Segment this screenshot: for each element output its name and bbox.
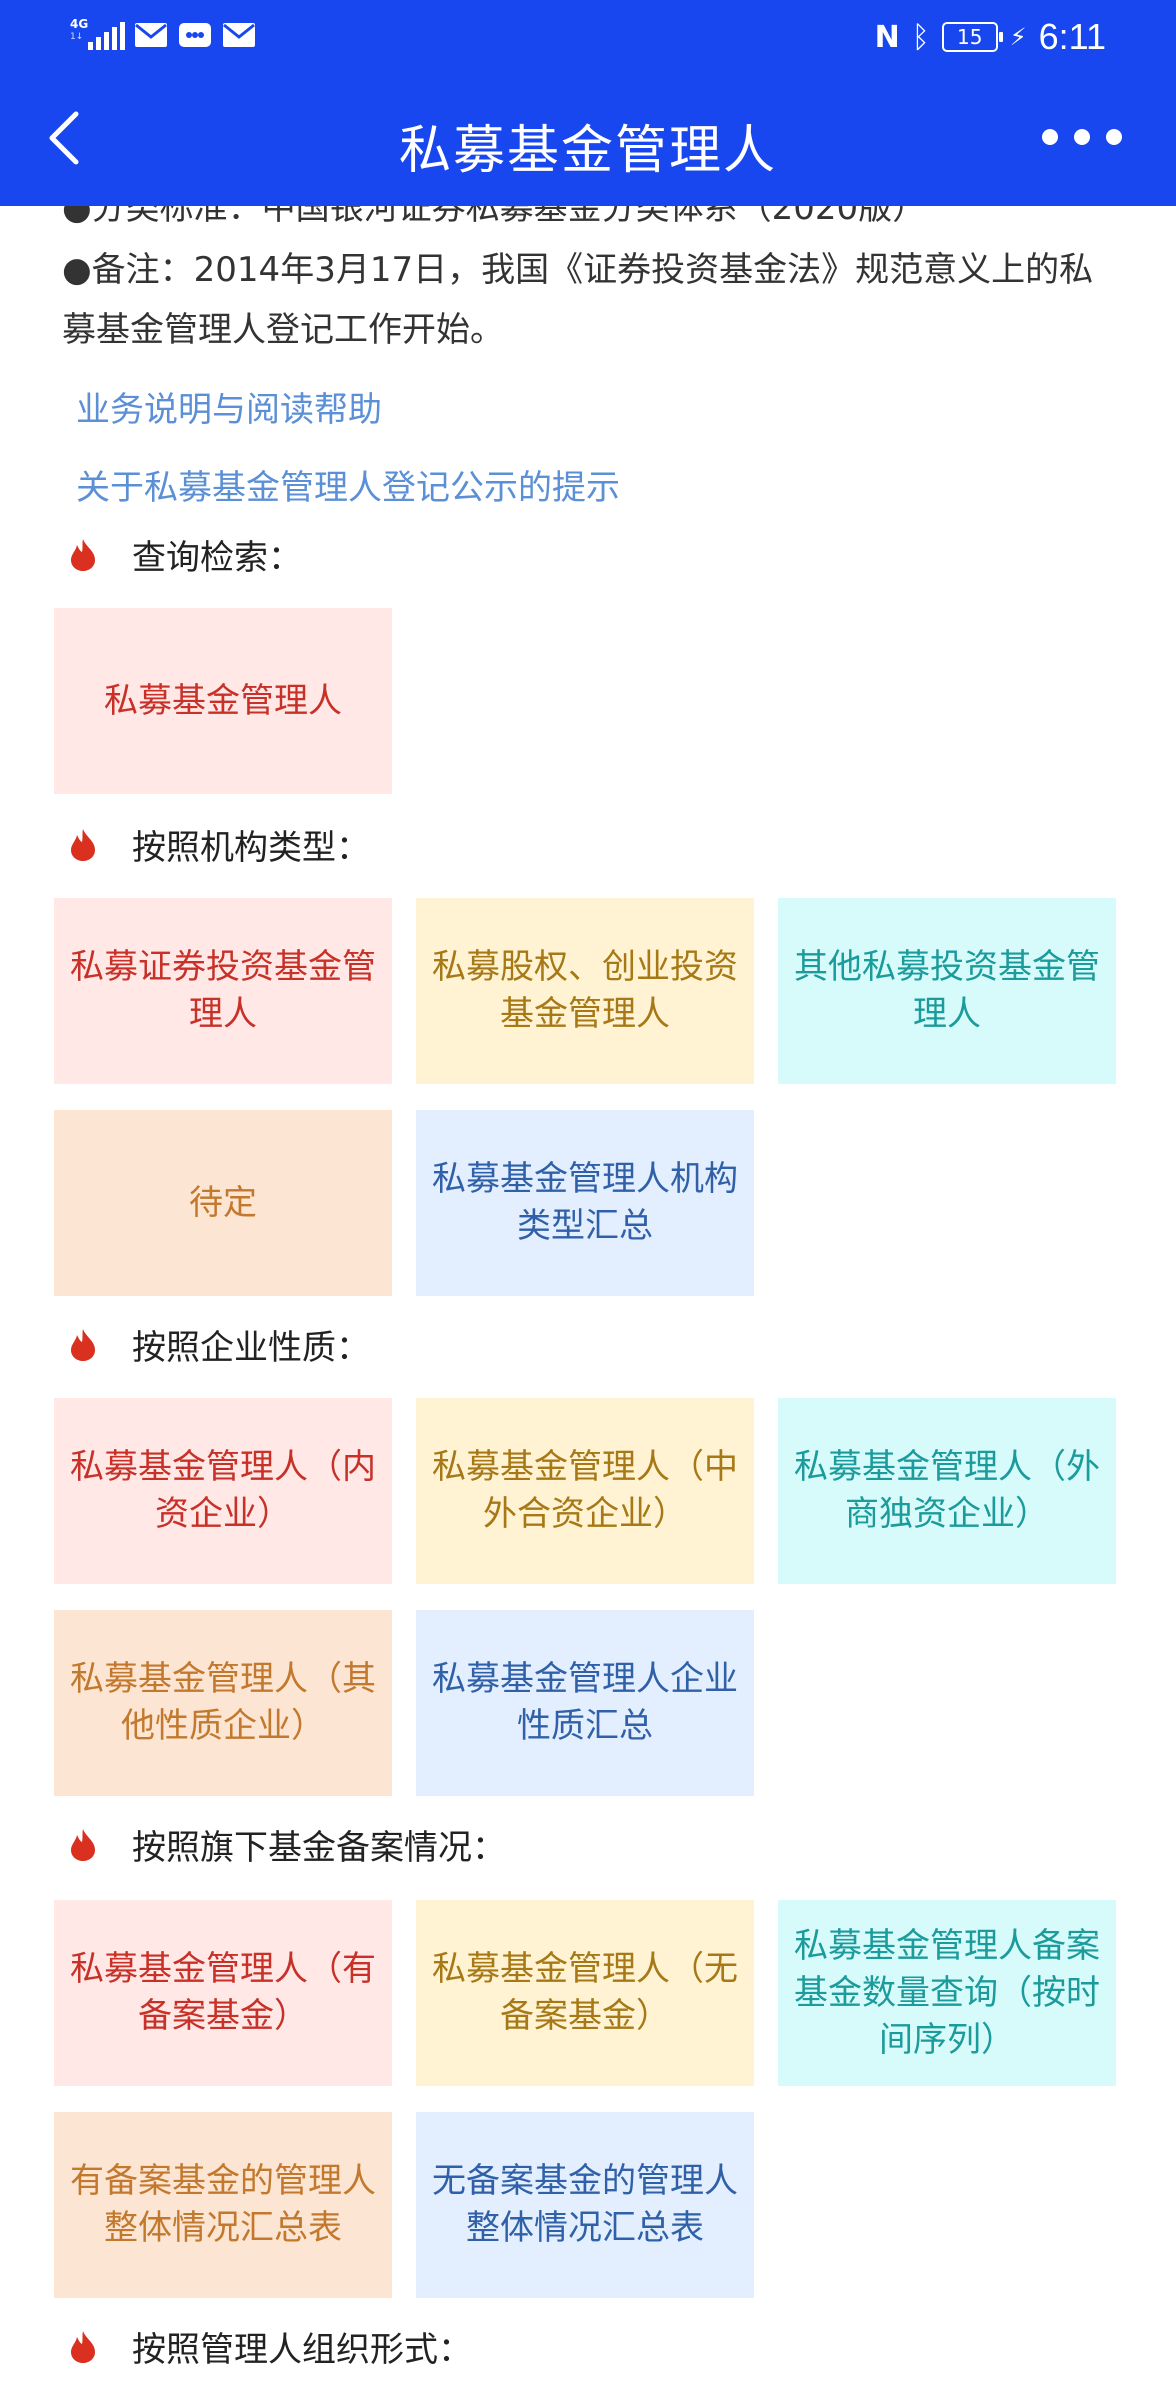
more-dot-icon — [1042, 129, 1058, 145]
section-title: 按照企业性质： — [132, 1328, 370, 1368]
mail-icon — [134, 22, 168, 48]
status-left: 4G 1↓ — [70, 18, 256, 52]
chat-icon — [178, 22, 212, 48]
classification-standard-text: ●分类标准：中国银河证券私募基金分类体系（2020版） — [62, 206, 927, 228]
status-bar: 4G 1↓ Ν ᛒ 15 ⚡ 6:11 — [0, 0, 1176, 70]
notice-link[interactable]: 关于私募基金管理人登记公示的提示 — [76, 460, 620, 509]
tile-type-summary[interactable]: 私募基金管理人机构类型汇总 — [416, 1110, 754, 1296]
bluetooth-icon: ᛒ — [911, 19, 930, 55]
section-title: 查询检索： — [132, 538, 302, 578]
tile-filed-count-query[interactable]: 私募基金管理人备案基金数量查询（按时间序列） — [778, 1900, 1116, 2086]
tile-nature-summary[interactable]: 私募基金管理人企业性质汇总 — [416, 1610, 754, 1796]
tile-domestic-enterprise[interactable]: 私募基金管理人（内资企业） — [54, 1398, 392, 1584]
tile-private-fund-manager[interactable]: 私募基金管理人 — [54, 608, 392, 794]
main-content: ●分类标准：中国银河证券私募基金分类体系（2020版） ●备注：2014年3月1… — [0, 206, 1176, 2400]
charging-icon: ⚡ — [1009, 23, 1027, 51]
help-link[interactable]: 业务说明与阅读帮助 — [76, 382, 382, 431]
note-text: ●备注：2014年3月17日，我国《证券投资基金法》规范意义上的私募基金管理人登… — [62, 250, 1094, 350]
more-options-button[interactable] — [1042, 122, 1122, 152]
tile-with-filed-funds[interactable]: 私募基金管理人（有备案基金） — [54, 1900, 392, 2086]
tile-foreign-owned[interactable]: 私募基金管理人（外商独资企业） — [778, 1398, 1116, 1584]
tile-securities-fund-manager[interactable]: 私募证券投资基金管理人 — [54, 898, 392, 1084]
flame-icon — [71, 2330, 95, 2363]
tile-equity-vc-fund-manager[interactable]: 私募股权、创业投资基金管理人 — [416, 898, 754, 1084]
more-dot-icon — [1106, 129, 1122, 145]
flame-icon — [71, 1328, 95, 1361]
tile-other-nature[interactable]: 私募基金管理人（其他性质企业） — [54, 1610, 392, 1796]
section-by-org: 按照管理人组织形式： — [68, 2322, 472, 2371]
tile-joint-venture[interactable]: 私募基金管理人（中外合资企业） — [416, 1398, 754, 1584]
section-title: 按照管理人组织形式： — [132, 2330, 472, 2370]
section-by-type: 按照机构类型： — [68, 820, 370, 869]
tile-pending[interactable]: 待定 — [54, 1110, 392, 1296]
mail-icon-2 — [222, 22, 256, 48]
flame-icon — [71, 538, 95, 571]
more-dot-icon — [1074, 129, 1090, 145]
clock: 6:11 — [1038, 16, 1106, 57]
section-by-filing: 按照旗下基金备案情况： — [68, 1820, 506, 1869]
network-type: 4G — [70, 17, 89, 31]
tile-other-fund-manager[interactable]: 其他私募投资基金管理人 — [778, 898, 1116, 1084]
section-title: 按照机构类型： — [132, 828, 370, 868]
tile-with-filed-summary[interactable]: 有备案基金的管理人整体情况汇总表 — [54, 2112, 392, 2298]
battery-level: 15 — [957, 25, 983, 49]
battery-icon: 15 — [941, 22, 1003, 52]
section-title: 按照旗下基金备案情况： — [132, 1828, 506, 1868]
network-activity: 1↓ — [70, 32, 84, 42]
tile-without-filed-funds[interactable]: 私募基金管理人（无备案基金） — [416, 1900, 754, 2086]
section-search: 查询检索： — [68, 530, 302, 579]
nfc-icon: Ν — [874, 19, 900, 55]
signal-icon: 4G 1↓ — [70, 17, 125, 52]
status-right: Ν ᛒ 15 ⚡ 6:11 — [875, 16, 1106, 58]
flame-icon — [71, 828, 95, 861]
flame-icon — [71, 1828, 95, 1861]
tile-without-filed-summary[interactable]: 无备案基金的管理人整体情况汇总表 — [416, 2112, 754, 2298]
nav-bar: 私募基金管理人 — [0, 70, 1176, 206]
section-by-nature: 按照企业性质： — [68, 1320, 370, 1369]
page-title: 私募基金管理人 — [398, 121, 777, 181]
